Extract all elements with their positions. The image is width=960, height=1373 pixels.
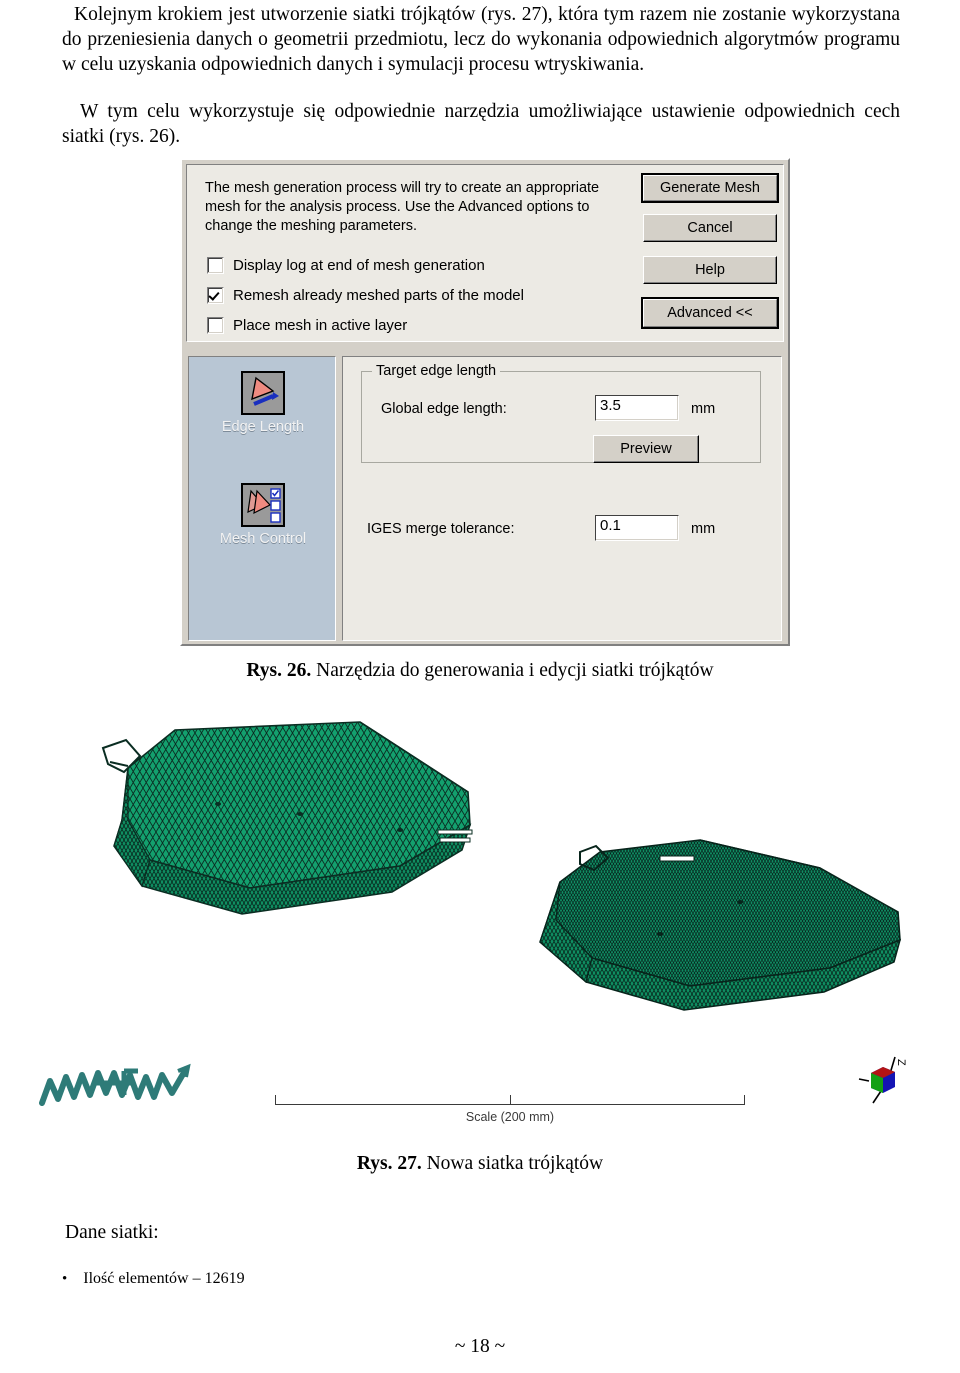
mesh-data-heading: Dane siatki:: [65, 1222, 159, 1243]
axis-label-z: Z: [895, 1059, 907, 1066]
rail-item-label: Edge Length: [221, 419, 305, 435]
figure-26-caption: Rys. 26. Narzędzia do generowania i edyc…: [0, 660, 960, 682]
checkbox-box[interactable]: [207, 257, 224, 274]
scale-tick-mid: [510, 1095, 511, 1104]
bullet-icon: •: [62, 1271, 68, 1287]
figure-27-caption: Rys. 27. Nowa siatka trójkątów: [0, 1153, 960, 1175]
checkbox-label: Remesh already meshed parts of the model: [233, 287, 524, 304]
checkbox-label: Display log at end of mesh generation: [233, 257, 485, 274]
mesh-part-upper: [101, 721, 473, 915]
triangle-checklist-icon: [241, 483, 285, 527]
scale-bar: [275, 1095, 745, 1105]
checkbox-box[interactable]: [207, 317, 224, 334]
triangle-arrow-icon: [241, 371, 285, 415]
checkbox-display-log[interactable]: Display log at end of mesh generation: [207, 257, 485, 274]
rail-item-mesh-control[interactable]: Mesh Control: [189, 483, 337, 547]
checkbox-label: Place mesh in active layer: [233, 317, 408, 334]
checkbox-remesh-parts[interactable]: Remesh already meshed parts of the model: [207, 287, 524, 304]
checkbox-box[interactable]: [207, 287, 224, 304]
iges-merge-tolerance-input[interactable]: 0.1: [595, 515, 679, 541]
mesh-data-list-item: • Ilość elementów – 12619: [62, 1270, 245, 1288]
scale-tick-right: [744, 1095, 745, 1104]
body-text: Kolejnym krokiem jest utworzenie siatki …: [62, 2, 900, 149]
figure-26-number: Rys. 26.: [246, 660, 312, 681]
global-edge-length-unit: mm: [691, 401, 716, 417]
scale-label: Scale (200 mm): [465, 1110, 555, 1124]
rail-item-label: Mesh Control: [219, 531, 307, 547]
scale-tick-left: [275, 1095, 276, 1104]
button-label: Advanced <<: [643, 299, 777, 327]
moldflow-logo: [38, 1063, 218, 1111]
button-label: Generate Mesh: [643, 175, 777, 201]
page-number: ~ 18 ~: [454, 1336, 506, 1357]
mesh-generation-dialog: The mesh generation process will try to …: [180, 158, 790, 646]
cancel-button[interactable]: Cancel: [643, 214, 777, 242]
target-edge-length-group: Target edge length: [361, 363, 761, 463]
dialog-top-section: The mesh generation process will try to …: [186, 164, 784, 342]
advanced-button[interactable]: Advanced <<: [641, 297, 779, 329]
global-edge-length-input[interactable]: 3.5: [595, 395, 679, 421]
dialog-icon-rail: Edge Length Mesh Control: [188, 356, 336, 641]
dialog-content-pane: Target edge length Global edge length: 3…: [342, 356, 782, 641]
preview-button[interactable]: Preview: [593, 435, 699, 463]
group-title: Target edge length: [372, 363, 501, 379]
axis-triad-icon: Z: [855, 1047, 915, 1113]
iges-merge-tolerance-unit: mm: [691, 521, 716, 537]
mesh-data-item-text: Ilość elementów – 12619: [83, 1270, 245, 1287]
rail-item-edge-length[interactable]: Edge Length: [189, 371, 337, 435]
paragraph-1: Kolejnym krokiem jest utworzenie siatki …: [62, 4, 900, 75]
paragraph-2: W tym celu wykorzystuje się odpowiednie …: [62, 101, 900, 147]
figure-27-text: Nowa siatka trójkątów: [421, 1153, 604, 1174]
mesh-part-lower: [539, 839, 902, 1011]
dialog-description: The mesh generation process will try to …: [205, 180, 600, 234]
help-button[interactable]: Help: [643, 256, 777, 284]
checkbox-place-active-layer[interactable]: Place mesh in active layer: [207, 317, 407, 334]
figure-27-number: Rys. 27.: [356, 1153, 422, 1174]
iges-merge-tolerance-label: IGES merge tolerance:: [367, 521, 515, 537]
global-edge-length-label: Global edge length:: [381, 401, 507, 417]
generate-mesh-button[interactable]: Generate Mesh: [641, 173, 779, 203]
figure-26-text: Narzędzia do generowania i edycji siatki…: [311, 660, 714, 681]
